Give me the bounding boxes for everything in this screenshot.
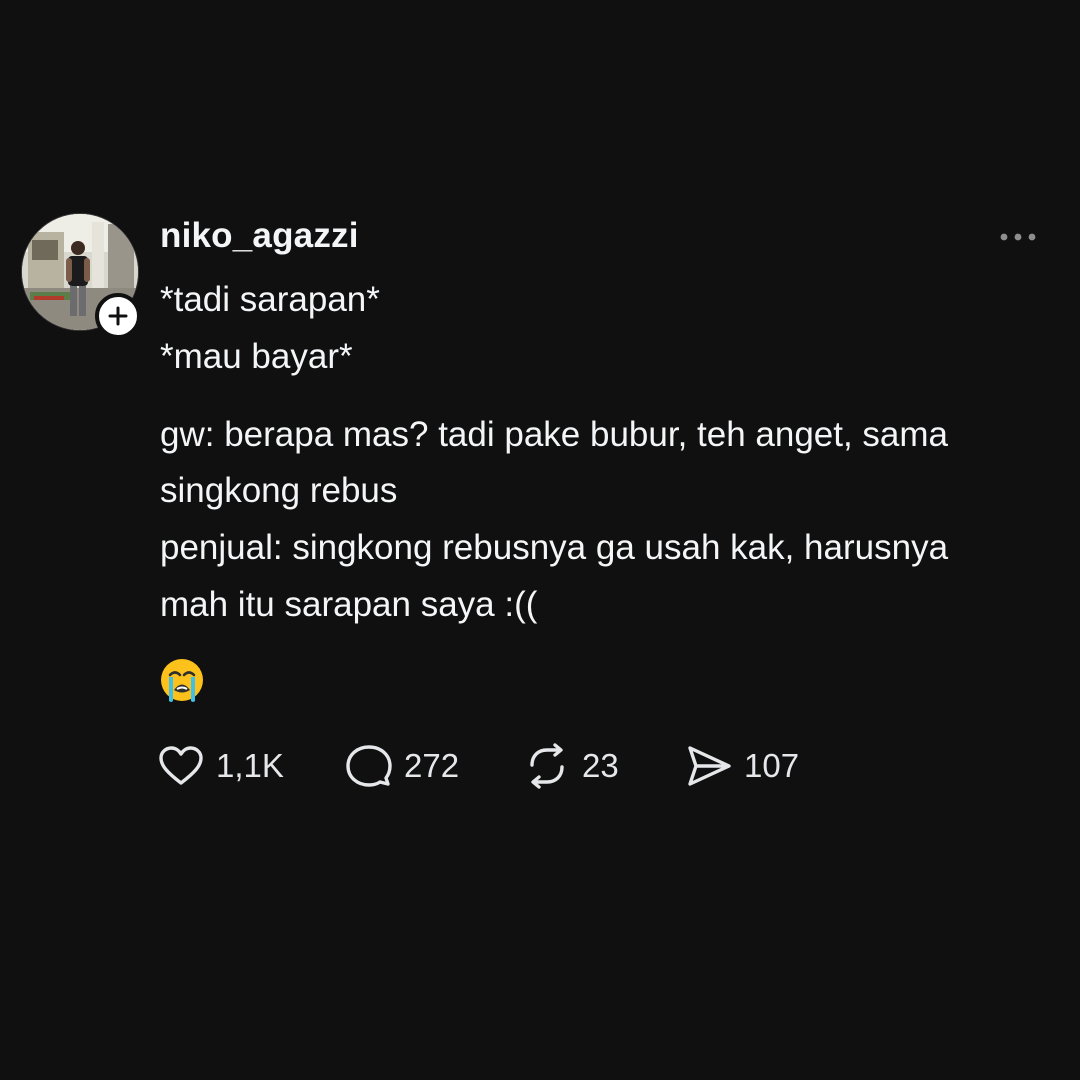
heart-icon: [159, 746, 203, 785]
more-horizontal-icon: [1000, 233, 1036, 241]
repost-button[interactable]: 23: [524, 738, 619, 794]
post-text-line: mah itu sarapan saya :((: [160, 585, 538, 624]
like-count: 1,1K: [216, 747, 284, 784]
action-bar: 1,1K 272 23 107: [0, 738, 1080, 794]
post-text-line: gw: berapa mas? tadi pake bubur, teh ang…: [160, 415, 949, 454]
reply-button[interactable]: 272: [346, 738, 459, 794]
follow-button[interactable]: [95, 293, 141, 339]
post-text-line: singkong rebus: [160, 471, 398, 510]
comment-bubble-icon: [346, 745, 392, 787]
share-button[interactable]: 107: [686, 738, 799, 794]
share-count: 107: [744, 747, 800, 784]
post-text-line: *mau bayar*: [160, 337, 353, 376]
repost-icon: [530, 743, 564, 789]
plus-icon: [108, 306, 128, 326]
send-icon: [688, 746, 731, 786]
reply-count: 272: [404, 747, 460, 784]
post-text-line: *tadi sarapan*: [160, 280, 380, 319]
like-button[interactable]: 1,1K: [158, 738, 284, 794]
post-text-line: penjual: singkong rebusnya ga usah kak, …: [160, 528, 949, 567]
loudly-crying-face-emoji: [159, 657, 205, 703]
username[interactable]: niko_agazzi: [160, 216, 359, 256]
thread-post: niko_agazzi *tadi sarapan* *mau bayar* g…: [0, 0, 1080, 1080]
repost-count: 23: [582, 747, 619, 784]
more-options-button[interactable]: [993, 222, 1043, 252]
